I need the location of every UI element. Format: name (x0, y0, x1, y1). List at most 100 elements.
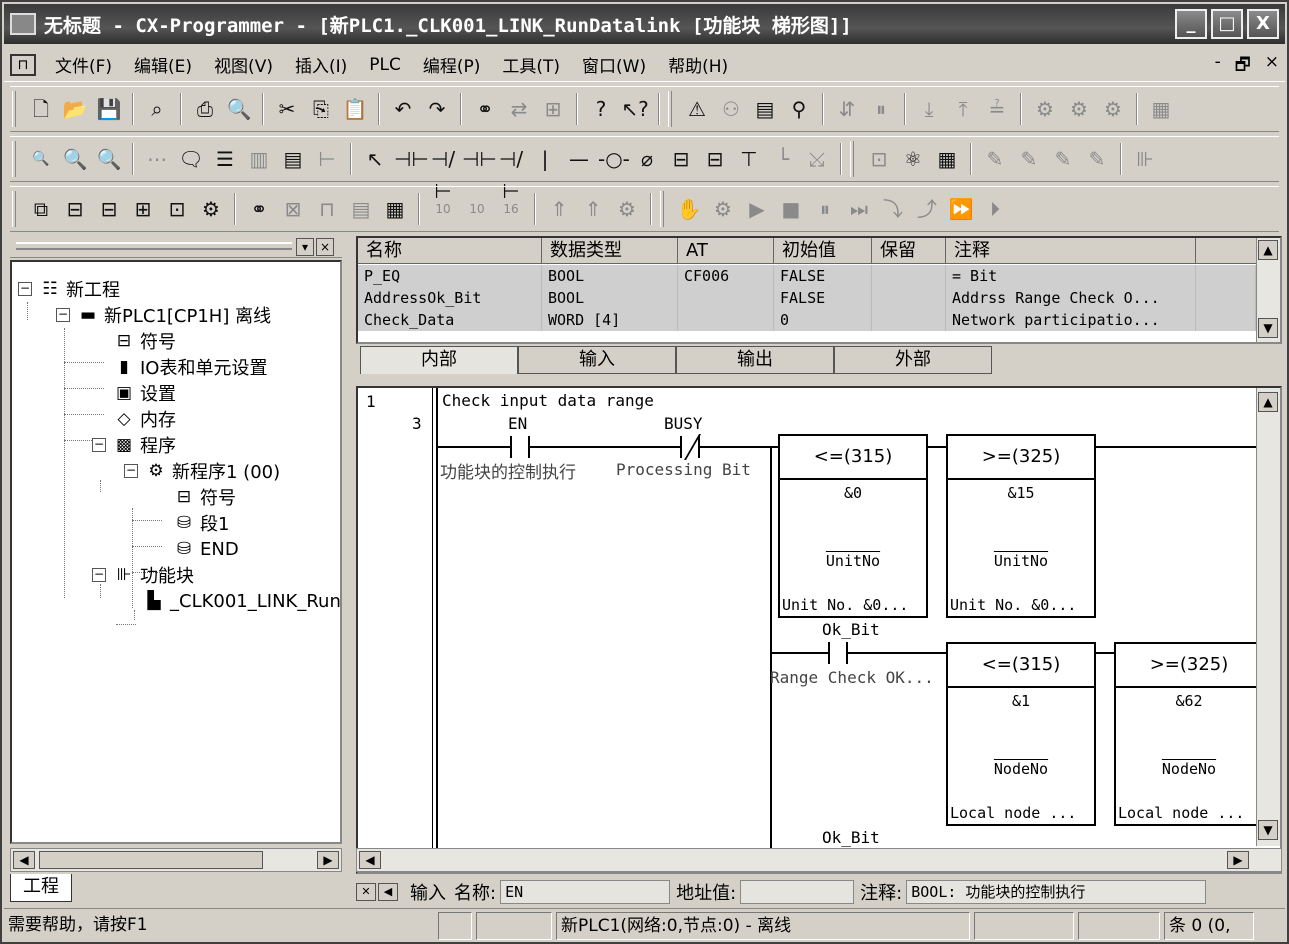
rung-comment-icon[interactable]: ▥ (244, 143, 274, 175)
pane-close-icon[interactable]: × (316, 238, 334, 256)
column-at[interactable]: AT (678, 238, 774, 264)
sim-step-icon[interactable]: ⏭ (844, 193, 874, 225)
table-row[interactable]: Check_Data WORD [4] 0 Network participat… (358, 309, 1256, 331)
tab-internal[interactable]: 内部 (360, 346, 518, 374)
column-datatype[interactable]: 数据类型 (542, 238, 678, 264)
sim-stop-icon[interactable]: ■ (776, 193, 806, 225)
sim-step-out-icon[interactable]: ⤴ (912, 193, 942, 225)
mnemonic-icon[interactable]: ▤ (346, 193, 376, 225)
collapse-icon[interactable]: − (124, 464, 138, 478)
collapse-icon[interactable]: − (92, 438, 106, 452)
online-edit-icon[interactable]: ⊡ (864, 143, 894, 175)
mode-monitor-icon[interactable]: ⚙ (1064, 93, 1094, 125)
zoom-small-icon[interactable]: 🔍 (26, 143, 56, 175)
comment-icon[interactable]: 🗨 (176, 143, 206, 175)
tab-external[interactable]: 外部 (834, 346, 992, 374)
tab-project[interactable]: 工程 (10, 874, 72, 902)
mode-run-icon[interactable]: ⚙ (1098, 93, 1128, 125)
symbol-table-icon[interactable]: ⊠ (278, 193, 308, 225)
binoculars-view-icon[interactable]: ⚭ (244, 193, 274, 225)
menu-view[interactable]: 视图(V) (203, 52, 284, 77)
or-nc-icon[interactable]: ⊣/⊢ (496, 143, 526, 203)
memory-card-icon[interactable]: ▦ (1146, 93, 1176, 125)
collapse-icon[interactable]: − (92, 568, 106, 582)
ladder-vertical-scrollbar[interactable]: ▲ ▼ (1256, 388, 1280, 846)
contact-no-icon[interactable]: ⊣⊢ (394, 143, 429, 175)
compile-icon[interactable]: ⚛ (898, 143, 928, 175)
scroll-thumb[interactable] (39, 851, 263, 869)
context-help-icon[interactable]: ↖? (620, 93, 650, 125)
watch-window-icon[interactable]: ⊟ (94, 193, 124, 225)
pause-icon[interactable]: ⏸ (866, 93, 896, 125)
redo-icon[interactable]: ↷ (422, 93, 452, 125)
tree-item-plc[interactable]: − ▬ 新PLC1[CP1H] 离线 (56, 302, 271, 328)
upload-icon[interactable]: ⤒ (948, 93, 978, 125)
paste-icon[interactable]: 📋 (340, 93, 370, 125)
or-no-icon[interactable]: ⊣⊢ (462, 143, 497, 175)
address-ref-icon[interactable]: ⊞ (128, 193, 158, 225)
menu-program[interactable]: 编程(P) (412, 52, 492, 77)
column-comment[interactable]: 注释 (946, 238, 1196, 264)
compare-block-ge-unit[interactable]: >=(325) &15 UnitNo Unit No. &0... (946, 434, 1096, 618)
open-file-icon[interactable]: 📂 (60, 93, 90, 125)
zoom-out-icon[interactable]: 🔍 (94, 143, 124, 175)
menu-tools[interactable]: 工具(T) (491, 52, 571, 77)
table-row[interactable]: AddressOk_Bit BOOL FALSE Addrss Range Ch… (358, 287, 1256, 309)
menu-file[interactable]: 文件(F) (44, 52, 123, 77)
sim-settings-icon[interactable]: ⚙ (708, 193, 738, 225)
tree-horizontal-scrollbar[interactable]: ◀ ▶ (10, 848, 342, 872)
line-delete-icon[interactable]: ⤩ (802, 143, 832, 175)
edit-1-icon[interactable]: ✎ (980, 143, 1010, 175)
comment-field[interactable]: BOOL: 功能块的控制执行 (906, 880, 1207, 904)
compare-icon[interactable]: ≟ (982, 93, 1012, 125)
cross-reference-icon[interactable]: ⊞ (538, 93, 568, 125)
ladder-horizontal-scrollbar[interactable]: ◀ ▶ (356, 848, 1282, 872)
sim-pause-icon[interactable]: ⏸ (810, 193, 840, 225)
menu-plc[interactable]: PLC (358, 55, 412, 75)
scroll-right-icon[interactable]: ▶ (1227, 851, 1249, 869)
hex-icon[interactable]: 16 (496, 193, 526, 225)
decimal-signed-icon[interactable]: 10 (462, 193, 492, 225)
menu-insert[interactable]: 插入(I) (284, 52, 358, 77)
document-view-icon[interactable]: ⊓ (312, 193, 342, 225)
menu-help[interactable]: 帮助(H) (657, 52, 739, 77)
sim-run-icon[interactable]: ▶ (742, 193, 772, 225)
list-icon[interactable]: ☰ (210, 143, 240, 175)
edit-3-icon[interactable]: ✎ (1048, 143, 1078, 175)
zoom-in-icon[interactable]: 🔍 (60, 143, 90, 175)
save-icon[interactable]: 💾 (94, 93, 124, 125)
sim-hand-icon[interactable]: ✋ (674, 193, 704, 225)
line-connect-icon[interactable]: └ (768, 143, 798, 175)
tree-item-function-blocks[interactable]: − ⊪ 功能块 (92, 562, 194, 588)
table-icon[interactable]: ▤ (278, 143, 308, 175)
collapse-icon[interactable]: − (56, 308, 70, 322)
coil-icon[interactable]: -○- (598, 143, 630, 175)
tree-item-project[interactable]: − ☷ 新工程 (18, 276, 120, 302)
scroll-down-icon[interactable]: ▼ (1258, 820, 1278, 840)
scroll-left-icon[interactable]: ◀ (359, 851, 381, 869)
edit-4-icon[interactable]: ✎ (1082, 143, 1112, 175)
cut-icon[interactable]: ✂ (272, 93, 302, 125)
settings-window-icon[interactable]: ⚙ (196, 193, 226, 225)
decimal-icon[interactable]: 10 (428, 193, 458, 225)
memory-view-icon[interactable]: ▦ (932, 143, 962, 175)
tree-item-symbols[interactable]: ⊟ 符号 (112, 328, 176, 354)
sim-step-in-icon[interactable]: ⤵ (878, 193, 908, 225)
scroll-left-icon[interactable]: ◀ (13, 851, 35, 869)
mdi-restore-button[interactable]: 🗗 (1235, 52, 1251, 81)
online-icon[interactable]: ⚇ (716, 93, 746, 125)
collapse-icon[interactable]: − (18, 282, 32, 296)
tree-item-section[interactable]: ⛁ 段1 (172, 510, 230, 536)
menu-edit[interactable]: 编辑(E) (123, 52, 203, 77)
instruction-alt-icon[interactable]: ⊟ (700, 143, 730, 175)
mode-program-icon[interactable]: ⚙ (1030, 93, 1060, 125)
force-off-icon[interactable]: ⇑ (578, 193, 608, 225)
tree-item-new-program[interactable]: − ⚙ 新程序1 (00) (124, 458, 280, 484)
pane-dropdown-icon[interactable]: ▾ (296, 238, 314, 256)
scroll-up-icon[interactable]: ▲ (1258, 240, 1278, 260)
new-file-icon[interactable]: 🗋 (26, 93, 56, 125)
sim-end-icon[interactable]: ⏵ (980, 193, 1010, 225)
tree-item-settings[interactable]: ▣ 设置 (112, 380, 176, 406)
tree-icon[interactable]: ⊢ (312, 143, 342, 175)
edit-2-icon[interactable]: ✎ (1014, 143, 1044, 175)
